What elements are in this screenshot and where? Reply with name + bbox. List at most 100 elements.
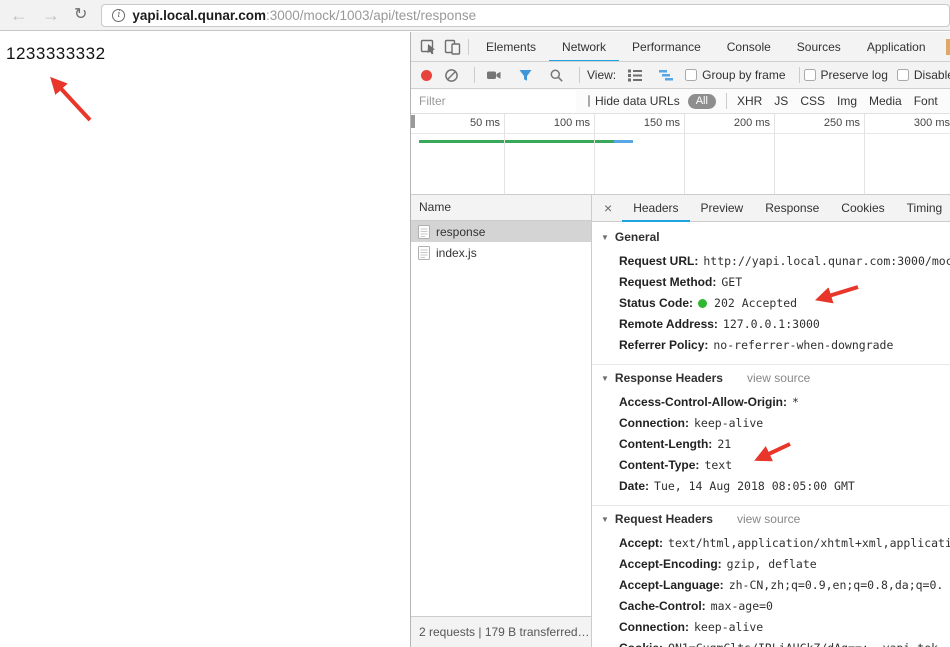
forward-icon[interactable]: →	[42, 6, 60, 24]
hide-data-urls-label[interactable]: Hide data URLs	[595, 94, 680, 108]
filter-type-css[interactable]: CSS	[800, 94, 825, 108]
header-value: *	[792, 395, 799, 409]
devtools-tab-elements[interactable]: Elements	[473, 32, 549, 61]
detail-tab-response[interactable]: Response	[754, 195, 830, 222]
filter-type-media[interactable]: Media	[869, 94, 902, 108]
header-line-referrer-policy: Referrer Policy: no-referrer-when-downgra…	[592, 335, 950, 356]
section-response-headers: ▼ Response Headers view source Access-Contr…	[592, 364, 950, 497]
detail-tab-preview[interactable]: Preview	[690, 195, 755, 222]
section-header[interactable]: ▼ Response Headers view source	[592, 365, 950, 392]
back-icon[interactable]: ←	[10, 6, 28, 24]
filter-type-xhr[interactable]: XHR	[737, 94, 762, 108]
document-icon	[418, 245, 430, 260]
header-key: Accept-Encoding:	[619, 557, 722, 571]
checkbox-preserve-log[interactable]: Preserve log	[803, 68, 888, 82]
header-value: text/html,application/xhtml+xml,applicat…	[668, 536, 950, 550]
header-key: Referrer Policy:	[619, 338, 709, 352]
checkbox-box[interactable]	[685, 69, 698, 81]
devtools-warning-icon-partial	[946, 39, 950, 55]
devtools-panel: Elements Network Performance Console Sources…	[410, 32, 950, 647]
checkbox-disable[interactable]: Disable	[896, 68, 950, 82]
timeline-gridline	[594, 114, 595, 194]
waterfall-overview-line-blue	[614, 140, 633, 143]
devtools-tab-application[interactable]: Application	[854, 32, 939, 61]
devtools-tab-performance[interactable]: Performance	[619, 32, 714, 61]
header-line-cache-control: Cache-Control: max-age=0	[592, 596, 950, 617]
section-title: Response Headers	[614, 371, 723, 385]
url-path: :3000/mock/1003/api/test/response	[265, 7, 477, 23]
section-request-headers: ▼ Request Headers view source Accept: text/h…	[592, 505, 950, 647]
waterfall-overview-line-green	[419, 140, 614, 143]
record-button[interactable]	[421, 69, 432, 81]
detail-tab-timing[interactable]: Timing	[896, 195, 950, 222]
filter-type-font[interactable]: Font	[914, 94, 938, 108]
timeline-tick-label: 100 ms	[553, 117, 590, 129]
detail-tabs: Headers Preview Response Cookies Timing	[622, 195, 950, 222]
checkbox-box[interactable]	[803, 69, 816, 81]
hide-data-urls-checkbox[interactable]	[588, 95, 590, 107]
header-line-accept-language: Accept-Language: zh-CN,zh;q=0.9,en;q=0.8,…	[592, 575, 950, 596]
close-icon[interactable]: ×	[592, 200, 622, 216]
overview-handle[interactable]	[411, 115, 415, 128]
header-key: Connection:	[619, 620, 689, 634]
filter-type-list: XHRJSCSSImgMediaFontDoc	[731, 94, 950, 108]
browser-toolbar: ← → ↻ i yapi.local.qunar.com:3000/mock/1…	[0, 0, 950, 31]
header-key: Connection:	[619, 416, 689, 430]
inspect-element-icon[interactable]	[416, 35, 440, 59]
view-source-link[interactable]: view source	[737, 512, 800, 526]
name-column-header[interactable]: Name	[411, 195, 591, 221]
filter-all-pill[interactable]: All	[687, 93, 716, 109]
section-header[interactable]: ▼ Request Headers view source	[592, 506, 950, 533]
detail-tab-cookies[interactable]: Cookies	[830, 195, 895, 222]
capture-screenshots-icon[interactable]	[482, 63, 506, 87]
request-name: index.js	[436, 245, 477, 260]
list-view-icon[interactable]	[623, 63, 647, 87]
header-key: Status Code:	[619, 296, 694, 310]
devtools-tab-sources[interactable]: Sources	[784, 32, 854, 61]
header-value: gzip, deflate	[726, 557, 817, 571]
divider	[725, 93, 727, 109]
devtools-main-tabs: Elements Network Performance Console Sources…	[473, 32, 939, 61]
header-line-date: Date: Tue, 14 Aug 2018 08:05:00 GMT	[592, 476, 950, 497]
devtools-tab-console[interactable]: Console	[714, 32, 784, 61]
network-overview-timeline[interactable]: 50 ms 100 ms 150 ms 200 ms 250 ms 300 ms	[411, 114, 950, 195]
info-icon[interactable]: i	[112, 8, 126, 22]
request-row-index-js[interactable]: index.js	[411, 242, 591, 263]
clear-icon[interactable]	[439, 63, 463, 87]
filter-type-img[interactable]: Img	[837, 94, 857, 108]
search-icon[interactable]	[544, 63, 568, 87]
network-summary-bar: 2 requests | 179 B transferred…	[411, 616, 591, 647]
waterfall-view-icon[interactable]	[654, 63, 678, 87]
address-bar[interactable]: i yapi.local.qunar.com:3000/mock/1003/ap…	[101, 3, 950, 27]
header-value: 127.0.0.1:3000	[722, 317, 820, 331]
filter-icon[interactable]	[513, 63, 537, 87]
header-key: Request Method:	[619, 275, 717, 289]
header-key: Date:	[619, 479, 650, 493]
url-host: yapi.local.qunar.com	[132, 7, 266, 23]
header-value: Tue, 14 Aug 2018 08:05:00 GMT	[654, 479, 855, 493]
filter-input[interactable]	[411, 89, 576, 113]
devtools-tabbar: Elements Network Performance Console Sources…	[411, 32, 950, 62]
header-value: QN1=CuqmClts/IRLiAUCkZ/dAg==; _yapi_tok	[668, 641, 938, 647]
filter-type-js[interactable]: JS	[774, 94, 788, 108]
section-general: ▼ General Request URL: http://yapi.local.qu…	[592, 224, 950, 356]
request-row-response[interactable]: response	[411, 221, 591, 242]
header-line-accept: Accept: text/html,application/xhtml+xml,a…	[592, 533, 950, 554]
devtools-tab-network[interactable]: Network	[549, 32, 619, 61]
section-title: General	[614, 230, 660, 244]
tick-border	[411, 133, 950, 134]
header-line-accept-encoding: Accept-Encoding: gzip, deflate	[592, 554, 950, 575]
reload-icon[interactable]: ↻	[74, 7, 87, 23]
status-green-dot-icon	[698, 299, 708, 308]
header-line-content-length: Content-Length: 21	[592, 434, 950, 455]
request-list: response index.js	[411, 221, 591, 263]
view-source-link[interactable]: view source	[747, 371, 810, 385]
divider	[579, 67, 580, 83]
section-header[interactable]: ▼ General	[592, 224, 950, 251]
checkbox-box[interactable]	[896, 69, 909, 81]
timeline-gridline	[504, 114, 505, 194]
detail-tab-headers[interactable]: Headers	[622, 195, 689, 222]
checkbox-group-by-frame[interactable]: Group by frame	[685, 68, 786, 82]
header-line-status-code: Status Code: 202 Accepted	[592, 293, 950, 314]
device-toolbar-icon[interactable]	[440, 35, 464, 59]
